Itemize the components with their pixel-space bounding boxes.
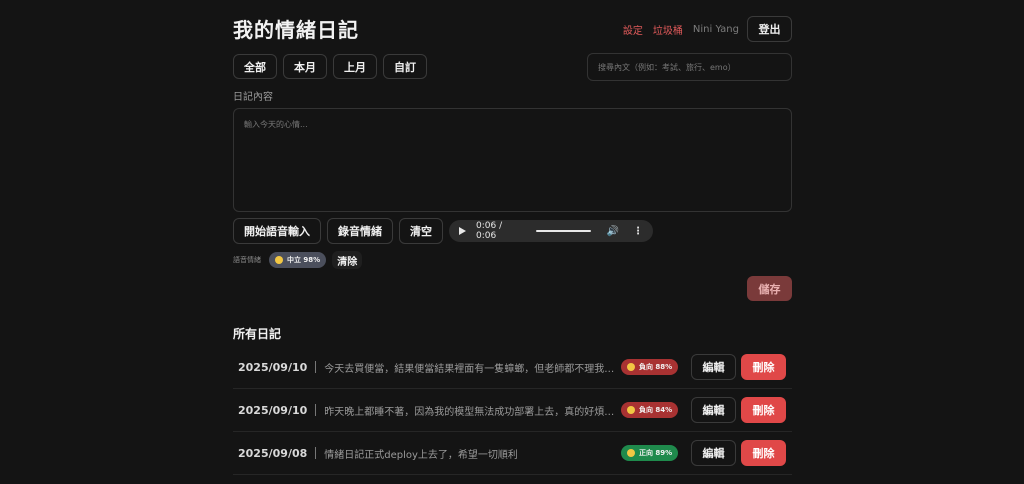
play-icon[interactable]: [459, 227, 466, 235]
entry-date: 2025/09/10: [238, 403, 308, 417]
start-voice-input-button[interactable]: 開始語音輸入: [233, 218, 321, 244]
sentiment-badge: 正向 89%: [621, 445, 679, 461]
entry-divider: [315, 447, 317, 459]
page-title: 我的情緒日記: [233, 18, 359, 42]
edit-button[interactable]: 編輯: [691, 354, 736, 380]
happy-face-icon: [627, 449, 635, 457]
delete-button[interactable]: 刪除: [741, 397, 786, 423]
sentiment-badge-text: 負向 84%: [639, 406, 673, 414]
entry-divider: [315, 361, 317, 373]
audio-time: 0:06 / 0:06: [476, 221, 503, 241]
more-options-icon[interactable]: ⋮: [633, 226, 643, 237]
clear-emotion-button[interactable]: 清除: [332, 251, 363, 269]
entry-text: 情緒日記正式deploy上去了，希望一切順利: [324, 449, 518, 461]
entry-row[interactable]: 2025/09/10 今天去買便當，結果便當結果裡面有一隻蟑螂，但老師都不理我，…: [233, 346, 792, 389]
diary-content-textarea[interactable]: [233, 108, 792, 212]
audio-player: 0:06 / 0:06 🔊 ⋮: [449, 220, 653, 242]
top-nav: 設定 垃圾桶 Nini Yang 登出: [623, 16, 792, 42]
neutral-face-icon: [275, 256, 283, 264]
entry-date: 2025/09/08: [238, 446, 308, 460]
edit-button[interactable]: 編輯: [691, 397, 736, 423]
all-entries-title: 所有日記: [233, 327, 282, 341]
logout-button[interactable]: 登出: [747, 16, 792, 42]
diary-content-label: 日記內容: [233, 92, 273, 103]
sentiment-badge-text: 負向 88%: [639, 363, 673, 371]
voice-controls: 開始語音輸入 錄音情緒 清空 0:06 / 0:06 🔊 ⋮: [233, 218, 653, 244]
entry-row[interactable]: 2025/09/10 昨天晚上都睡不著，因為我的模型無法成功部署上去，真的好煩好…: [233, 389, 792, 432]
sentiment-badge: 負向 88%: [621, 359, 679, 375]
voice-emotion-badge-text: 中立 98%: [287, 256, 321, 264]
main-container: 我的情緒日記 設定 垃圾桶 Nini Yang 登出 全部 本月 上月 自訂 日…: [233, 0, 792, 484]
entry-text: 今天去買便當，結果便當結果裡面有一隻蟑螂，但老師都不理我，害我氣到吃不下: [324, 363, 620, 375]
user-name: Nini Yang: [692, 23, 739, 35]
filter-this-month-button[interactable]: 本月: [283, 54, 327, 79]
entries-list: 2025/09/10 今天去買便當，結果便當結果裡面有一隻蟑螂，但老師都不理我，…: [233, 346, 792, 475]
volume-icon[interactable]: 🔊: [607, 226, 619, 237]
entry-date: 2025/09/10: [238, 360, 308, 374]
clear-voice-button[interactable]: 清空: [399, 218, 443, 244]
voice-emotion-badge: 中立 98%: [269, 252, 327, 268]
filter-last-month-button[interactable]: 上月: [333, 54, 377, 79]
sad-face-icon: [627, 363, 635, 371]
sad-face-icon: [627, 406, 635, 414]
edit-button[interactable]: 編輯: [691, 440, 736, 466]
delete-button[interactable]: 刪除: [741, 440, 786, 466]
voice-emotion-row: 語音情緒 中立 98% 清除: [233, 251, 363, 269]
entry-row[interactable]: 2025/09/08 情緒日記正式deploy上去了，希望一切順利 正向 89%…: [233, 432, 792, 475]
trash-link[interactable]: 垃圾桶: [653, 22, 683, 37]
page: 我的情緒日記 設定 垃圾桶 Nini Yang 登出 全部 本月 上月 自訂 日…: [0, 0, 1024, 484]
sentiment-badge: 負向 84%: [621, 402, 679, 418]
entry-divider: [315, 404, 317, 416]
record-emotion-button[interactable]: 錄音情緒: [327, 218, 393, 244]
search-input[interactable]: [587, 53, 792, 81]
audio-progress-slider[interactable]: [535, 230, 591, 232]
filter-bar: 全部 本月 上月 自訂: [233, 54, 433, 79]
save-button[interactable]: 儲存: [747, 276, 792, 301]
filter-all-button[interactable]: 全部: [233, 54, 277, 79]
sentiment-badge-text: 正向 89%: [639, 449, 673, 457]
voice-emotion-label: 語音情緒: [233, 256, 261, 264]
entry-text: 昨天晚上都睡不著，因為我的模型無法成功部署上去，真的好煩好焦慮: [324, 406, 621, 418]
delete-button[interactable]: 刪除: [741, 354, 786, 380]
settings-link[interactable]: 設定: [623, 22, 643, 37]
filter-custom-button[interactable]: 自訂: [383, 54, 427, 79]
